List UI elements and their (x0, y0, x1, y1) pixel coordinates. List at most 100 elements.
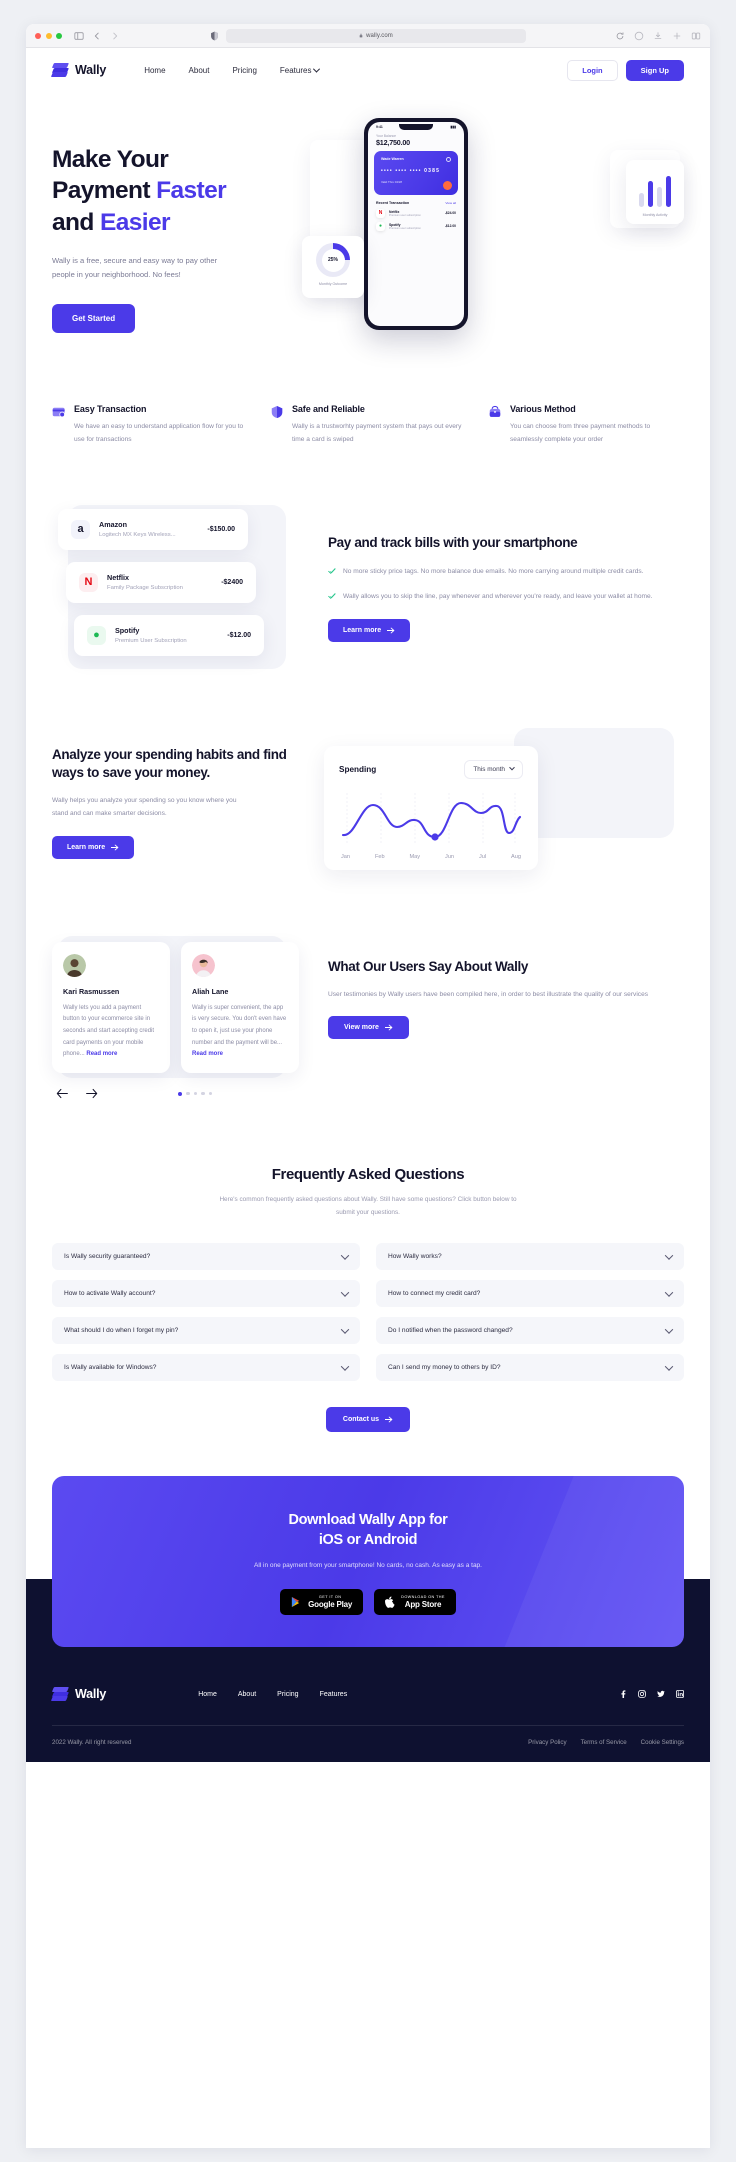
footer-social (619, 1690, 684, 1699)
reload-icon[interactable] (615, 31, 625, 41)
twitter-icon[interactable] (657, 1690, 665, 1698)
read-more-link[interactable]: Read more (86, 1051, 117, 1057)
linkedin-icon[interactable] (676, 1690, 684, 1699)
bill-row[interactable]: ● Spotify Premium User Subscription -$12… (74, 614, 264, 656)
forward-icon[interactable] (110, 31, 120, 41)
signup-button[interactable]: Sign Up (625, 59, 684, 81)
share-icon[interactable] (634, 31, 644, 41)
chart-x-tick: May (409, 853, 421, 860)
analyze-section: Analyze your spending habits and find wa… (26, 668, 710, 878)
view-more-label: View more (344, 1024, 379, 1032)
testimonial-quote-text: Wally is super convenient, the app is ve… (192, 1004, 287, 1046)
activity-bars (633, 173, 677, 207)
nav-item-about[interactable]: About (189, 66, 210, 75)
minimize-window-button[interactable] (45, 32, 52, 39)
address-bar[interactable]: wally.com (226, 28, 526, 43)
footer-brand[interactable]: Wally (51, 1687, 107, 1702)
card-number: •••• •••• •••• 0385 (381, 167, 441, 174)
analyze-learn-more-button[interactable]: Learn more (52, 836, 135, 860)
tabs-overview-icon[interactable] (691, 31, 701, 41)
feature-easy-transaction: Easy Transaction We have an easy to unde… (52, 404, 248, 447)
bill-row[interactable]: a Amazon Logitech MX Keys Wireless... -$… (58, 508, 248, 550)
view-more-button[interactable]: View more (328, 1016, 409, 1040)
chart-x-tick: Jun (445, 853, 455, 860)
nav-item-features[interactable]: Features (279, 65, 321, 75)
arrow-right-icon (111, 845, 119, 851)
footer-privacy-policy[interactable]: Privacy Policy (528, 1739, 567, 1746)
faq-item[interactable]: How to connect my credit card? (376, 1280, 684, 1308)
bill-title: Amazon (99, 520, 127, 530)
footer-link-features[interactable]: Features (320, 1691, 348, 1698)
chevron-down-icon (664, 1324, 674, 1334)
carousel-next-button[interactable] (85, 1087, 98, 1100)
footer-terms-of-service[interactable]: Terms of Service (581, 1739, 627, 1746)
bills-learn-more-button[interactable]: Learn more (328, 618, 411, 642)
check-icon (328, 593, 336, 600)
testimonial-name: Aliah Lane (192, 986, 229, 996)
download-icon[interactable] (653, 31, 663, 41)
tx-amount: -$12.00 (444, 224, 456, 228)
carousel-dot[interactable] (178, 1091, 182, 1096)
carousel-dot[interactable] (208, 1091, 212, 1096)
faq-item[interactable]: How to activate Wally account? (52, 1280, 360, 1308)
card-holder-name: Wade Warren (381, 156, 404, 161)
chevron-down-icon (340, 1287, 350, 1297)
shield-privacy-icon[interactable] (210, 31, 219, 41)
phone-notch (399, 124, 433, 130)
login-button[interactable]: Login (567, 59, 618, 81)
cta-title: Download Wally App for iOS or Android (72, 1510, 664, 1550)
nav-item-features-label: Features (279, 65, 312, 75)
footer-link-about[interactable]: About (238, 1691, 256, 1698)
faq-title: Frequently Asked Questions (271, 1166, 465, 1184)
google-play-button[interactable]: Get it on Google Play (280, 1589, 364, 1616)
faq-item[interactable]: Is Wally security guaranteed? (52, 1243, 360, 1271)
carousel-prev-button[interactable] (56, 1087, 69, 1100)
back-icon[interactable] (92, 31, 102, 41)
chart-period-select[interactable]: This month (464, 759, 523, 779)
faq-item[interactable]: Is Wally available for Windows? (52, 1354, 360, 1382)
carousel-dots[interactable] (178, 1091, 212, 1096)
feature-safe-reliable: Safe and Reliable Wally is a trustworhty… (270, 404, 466, 447)
footer-cookie-settings[interactable]: Cookie Settings (641, 1739, 684, 1746)
carousel-dot[interactable] (186, 1091, 190, 1096)
testimonial-quote: Wally lets you add a payment button to y… (63, 1003, 159, 1061)
footer-link-home[interactable]: Home (198, 1691, 217, 1698)
faq-item[interactable]: Can I send my money to others by ID? (376, 1354, 684, 1382)
features-row: Easy Transaction We have an easy to unde… (26, 372, 710, 447)
footer-link-pricing[interactable]: Pricing (277, 1691, 298, 1698)
carousel-dot[interactable] (201, 1091, 205, 1096)
faq-item[interactable]: How Wally works? (376, 1243, 684, 1271)
wally-logo-icon (51, 63, 69, 77)
sidebar-toggle-icon[interactable] (74, 31, 84, 41)
recent-transaction-label: Recent Transaction (376, 200, 410, 205)
window-controls[interactable] (35, 32, 62, 39)
close-window-button[interactable] (35, 32, 41, 39)
nav-item-home[interactable]: Home (144, 66, 165, 75)
contact-us-button[interactable]: Contact us (325, 1407, 411, 1433)
phone-credit-card: Wade Warren •••• •••• •••• 0385 Valid Th… (374, 150, 458, 195)
brand-logo[interactable]: Wally (51, 63, 106, 77)
bills-learn-more-label: Learn more (343, 626, 382, 634)
phone-time: 9:41 (376, 124, 383, 129)
new-tab-icon[interactable] (672, 31, 682, 41)
phone-mockup: 9:41 ▮▮▮ Your Balance $12,750.00 Wade Wa… (364, 118, 468, 330)
site-navbar: Wally Home About Pricing Features Login … (26, 48, 710, 92)
nav-item-pricing[interactable]: Pricing (232, 66, 256, 75)
faq-item[interactable]: What should I do when I forget my pin? (52, 1317, 360, 1345)
google-play-icon (292, 1597, 300, 1608)
carousel-dot[interactable] (193, 1091, 197, 1096)
read-more-link[interactable]: Read more (192, 1051, 223, 1057)
faq-section: Frequently Asked Questions Here's common… (26, 1100, 710, 1433)
get-started-button[interactable]: Get Started (52, 304, 136, 334)
facebook-icon[interactable] (619, 1690, 627, 1699)
view-all-link[interactable]: View all (445, 201, 456, 205)
instagram-icon[interactable] (638, 1690, 646, 1698)
maximize-window-button[interactable] (56, 32, 62, 39)
faq-item[interactable]: Do I notified when the password changed? (376, 1317, 684, 1345)
bill-title: Spotify (115, 626, 140, 636)
download-cta-wrapper: Download Wally App for iOS or Android Al… (26, 1432, 710, 1648)
footer-brand-name: Wally (75, 1687, 107, 1702)
netflix-icon: N (79, 572, 98, 592)
bill-row[interactable]: N Netflix Family Package Subscription -$… (66, 561, 256, 603)
app-store-button[interactable]: Download on the App Store (374, 1589, 456, 1616)
